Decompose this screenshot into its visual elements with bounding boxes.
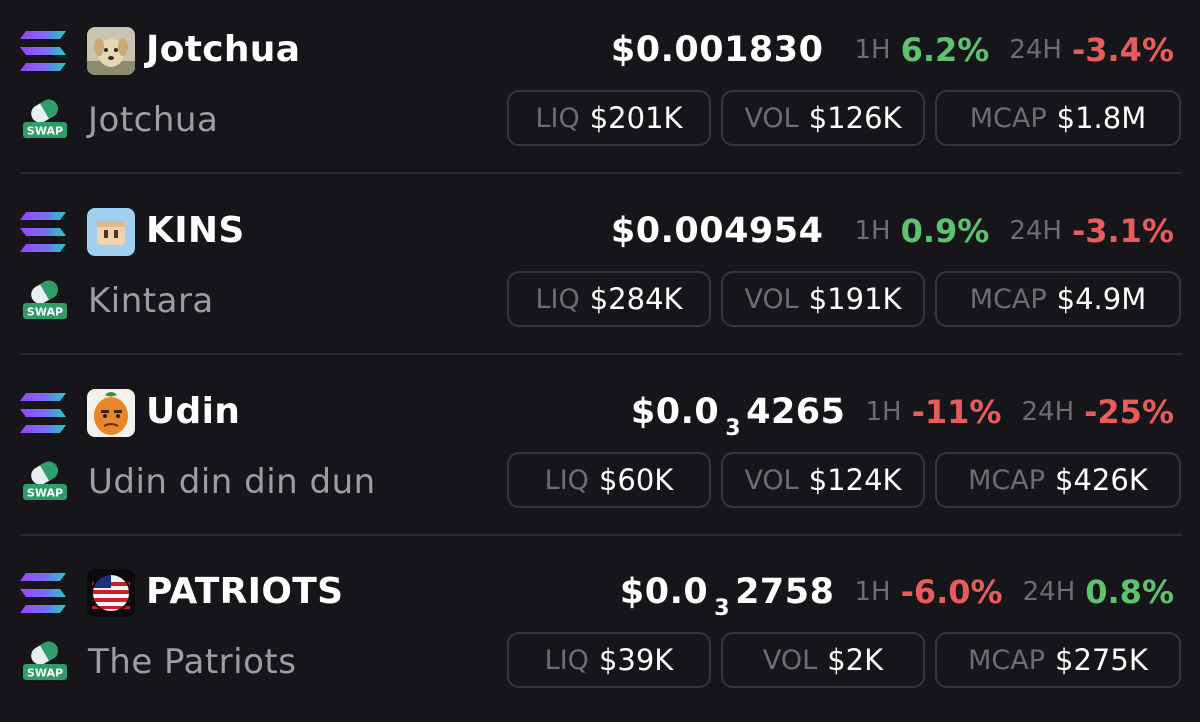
solana-chain-icon xyxy=(20,393,66,433)
change-24h: 0.8% xyxy=(1085,573,1174,611)
price-line: $0.004954 1H 0.9% 24H -3.1% xyxy=(611,203,1174,259)
timeframe-1h-label: 1H xyxy=(854,35,891,65)
price-line: $0.0 3 4265 1H -11% 24H -25% xyxy=(630,384,1174,441)
svg-text:SWAP: SWAP xyxy=(27,667,63,680)
volume-pill: VOL $2K xyxy=(721,632,925,688)
change-1h: -6.0% xyxy=(900,573,1003,611)
dog-avatar-icon xyxy=(87,27,135,75)
timeframe-1h-label: 1H xyxy=(854,577,891,607)
change-1h: 0.9% xyxy=(900,212,990,250)
timeframe-1h-label: 1H xyxy=(854,216,891,246)
solana-chain-icon xyxy=(20,212,66,252)
token-name: The Patriots xyxy=(88,642,297,682)
liquidity-pill: LIQ $39K xyxy=(507,632,711,688)
token-price: $0.004954 xyxy=(610,211,824,251)
solana-chain-icon xyxy=(20,31,66,71)
token-row[interactable]: Udin SWAP Udin din din dun $0.0 3 4265 1H … xyxy=(0,362,1200,542)
change-24h: -3.4% xyxy=(1071,31,1174,69)
market-cap-pill: MCAP $1.8M xyxy=(935,90,1181,146)
price-line: $0.0 3 2758 1H -6.0% 24H 0.8% xyxy=(619,564,1174,621)
orange-character-avatar-icon xyxy=(87,389,135,437)
market-cap-pill: MCAP $275K xyxy=(935,632,1181,688)
market-cap-pill: MCAP $4.9M xyxy=(935,271,1181,327)
token-name: Udin din din dun xyxy=(88,462,376,502)
liquidity-pill: LIQ $201K xyxy=(507,90,711,146)
token-symbol: Udin xyxy=(146,391,241,432)
swap-pill-icon: SWAP xyxy=(23,461,67,500)
token-row[interactable]: Jotchua SWAP Jotchua $0.001830 1H 6.2% 2… xyxy=(0,0,1200,180)
timeframe-1h-label: 1H xyxy=(865,397,902,427)
token-price: $0.0 3 2758 xyxy=(619,572,835,621)
timeframe-24h-label: 24H xyxy=(1009,35,1062,65)
token-symbol: Jotchua xyxy=(146,29,301,70)
change-24h: -3.1% xyxy=(1071,212,1174,250)
token-list: Jotchua SWAP Jotchua $0.001830 1H 6.2% 2… xyxy=(0,0,1200,713)
liquidity-pill: LIQ $60K xyxy=(507,452,711,508)
row-divider xyxy=(20,353,1182,355)
solana-chain-icon xyxy=(20,573,66,613)
volume-pill: VOL $191K xyxy=(721,271,925,327)
volume-pill: VOL $124K xyxy=(721,452,925,508)
row-divider xyxy=(20,534,1182,536)
svg-text:SWAP: SWAP xyxy=(27,487,63,500)
pixel-face-avatar-icon xyxy=(87,208,135,256)
swap-pill-icon: SWAP xyxy=(23,99,67,138)
market-cap-pill: MCAP $426K xyxy=(935,452,1181,508)
token-price: $0.0 3 4265 xyxy=(630,392,846,441)
svg-text:SWAP: SWAP xyxy=(27,125,63,138)
token-symbol: PATRIOTS xyxy=(146,571,344,612)
token-name: Kintara xyxy=(88,281,214,321)
change-1h: -11% xyxy=(911,393,1002,431)
token-name: Jotchua xyxy=(88,100,219,140)
change-24h: -25% xyxy=(1084,393,1174,431)
change-1h: 6.2% xyxy=(900,31,990,69)
row-divider xyxy=(20,172,1182,174)
timeframe-24h-label: 24H xyxy=(1022,577,1076,607)
price-line: $0.001830 1H 6.2% 24H -3.4% xyxy=(611,22,1174,78)
swap-pill-icon: SWAP xyxy=(23,641,67,680)
timeframe-24h-label: 24H xyxy=(1009,216,1062,246)
token-price: $0.001830 xyxy=(610,30,824,70)
flag-avatar-icon xyxy=(87,569,135,617)
token-symbol: KINS xyxy=(146,210,245,251)
volume-pill: VOL $126K xyxy=(721,90,925,146)
liquidity-pill: LIQ $284K xyxy=(507,271,711,327)
token-row[interactable]: PATRIOTS SWAP The Patriots $0.0 3 2758 1H … xyxy=(0,542,1200,722)
swap-pill-icon: SWAP xyxy=(23,280,67,319)
timeframe-24h-label: 24H xyxy=(1021,397,1075,427)
token-row[interactable]: KINS SWAP Kintara $0.004954 1H 0.9% 24H … xyxy=(0,181,1200,361)
svg-text:SWAP: SWAP xyxy=(27,306,63,319)
